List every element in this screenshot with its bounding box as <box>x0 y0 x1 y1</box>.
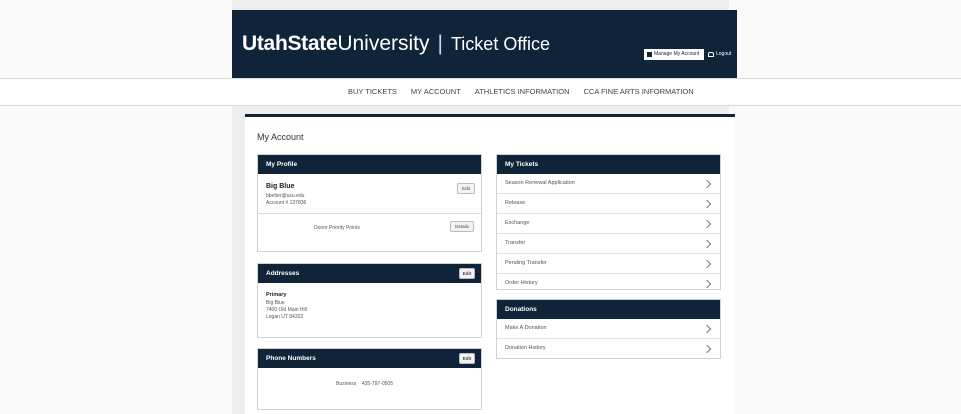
ticket-link-order-history[interactable]: Order History <box>497 274 720 293</box>
chevron-right-icon <box>702 219 712 229</box>
ticket-link-label: Season Renewal Application <box>505 180 575 186</box>
chevron-right-icon <box>702 279 712 289</box>
page-title: My Account <box>257 132 304 142</box>
brand-office: Ticket Office <box>450 34 551 54</box>
ticket-link-pending-transfer[interactable]: Pending Transfer <box>497 254 720 274</box>
nav-athletics-information[interactable]: ATHLETICS INFORMATION <box>475 87 570 96</box>
ticket-link-transfer[interactable]: Transfer <box>497 234 720 254</box>
main-content: My Account My Profile Big Blue bbetter@u… <box>245 114 735 414</box>
content-top-bar <box>245 114 735 117</box>
my-tickets-heading: My Tickets <box>497 155 720 174</box>
phone-edit-button[interactable]: Edit <box>459 353 475 364</box>
my-tickets-panel: My Tickets Season Renewal Application Re… <box>496 154 721 290</box>
address-name: Big Blue <box>266 300 285 306</box>
addresses-panel-heading-bar: Addresses Edit <box>258 264 481 283</box>
ticket-link-label: Order History <box>505 280 538 286</box>
chevron-right-icon <box>702 199 712 209</box>
donation-link-label: Donation History <box>505 345 546 351</box>
addresses-panel-heading: Addresses <box>266 270 300 277</box>
brand-separator: | <box>437 32 443 55</box>
donations-heading: Donations <box>497 300 720 319</box>
ticket-link-exchange[interactable]: Exchange <box>497 214 720 234</box>
account-icon <box>647 52 652 57</box>
address-street: 7400 Old Main Hill <box>266 307 307 313</box>
donation-link-history[interactable]: Donation History <box>497 339 720 358</box>
ticket-link-label: Pending Transfer <box>505 260 547 266</box>
lock-icon <box>708 52 714 57</box>
page-background-right <box>729 0 961 414</box>
chevron-right-icon <box>702 344 712 354</box>
phone-panel-heading-bar: Phone Numbers Edit <box>258 349 481 368</box>
logout-label: Logout <box>716 51 732 57</box>
chevron-right-icon <box>702 179 712 189</box>
donation-link-make[interactable]: Make A Donation <box>497 319 720 339</box>
addresses-edit-button[interactable]: Edit <box>459 268 475 279</box>
chevron-right-icon <box>702 324 712 334</box>
donations-list: Make A Donation Donation History <box>497 319 720 358</box>
chevron-right-icon <box>702 259 712 269</box>
donations-panel: Donations Make A Donation Donation Histo… <box>496 299 721 359</box>
profile-edit-button[interactable]: Edit <box>457 183 475 194</box>
chevron-right-icon <box>702 239 712 249</box>
ticket-link-release[interactable]: Release <box>497 194 720 214</box>
profile-panel: My Profile Big Blue bbetter@usu.edu Acco… <box>257 154 482 252</box>
manage-account-label: Manage My Account <box>654 51 700 57</box>
profile-panel-heading: My Profile <box>258 155 481 174</box>
manage-account-button[interactable]: Manage My Account <box>644 49 704 60</box>
donor-details-button[interactable]: Details <box>450 221 474 232</box>
ticket-link-label: Release <box>505 200 526 206</box>
site-logo[interactable]: UtahStateUniversity | Ticket Office <box>242 32 550 56</box>
profile-email: bbetter@usu.edu <box>266 193 305 199</box>
brand-bold: UtahState <box>242 32 338 55</box>
profile-divider <box>258 213 481 214</box>
nav-my-account[interactable]: MY ACCOUNT <box>411 87 461 96</box>
address-type: Primary <box>266 292 287 298</box>
brand-regular: University <box>337 32 430 55</box>
profile-name: Big Blue <box>266 183 295 190</box>
nav-buy-tickets[interactable]: BUY TICKETS <box>348 87 397 96</box>
phone-panel-heading: Phone Numbers <box>266 355 316 362</box>
ticket-link-label: Transfer <box>505 240 526 246</box>
page-background-left <box>0 0 232 414</box>
donation-link-label: Make A Donation <box>505 325 547 331</box>
site-header: UtahStateUniversity | Ticket Office Manage… <box>232 10 737 78</box>
tickets-list: Season Renewal Application Release Excha… <box>497 174 720 293</box>
main-nav: BUY TICKETS MY ACCOUNT ATHLETICS INFORMA… <box>0 78 961 106</box>
ticket-link-label: Exchange <box>505 220 530 226</box>
logout-link[interactable]: Logout <box>708 50 731 59</box>
ticket-link-season-renewal[interactable]: Season Renewal Application <box>497 174 720 194</box>
profile-account-number: Account # 137836 <box>266 200 307 206</box>
phone-business: Business 435-797-0505 <box>336 381 393 387</box>
address-city: Logan UT 84322 <box>266 314 304 320</box>
addresses-panel: Addresses Edit Primary Big Blue 7400 Old… <box>257 263 482 338</box>
donor-priority-points-label: Donor Priority Points <box>314 225 360 231</box>
phone-numbers-panel: Phone Numbers Edit Business 435-797-0505 <box>257 348 482 410</box>
nav-cca-fine-arts-information[interactable]: CCA FINE ARTS INFORMATION <box>584 87 694 96</box>
